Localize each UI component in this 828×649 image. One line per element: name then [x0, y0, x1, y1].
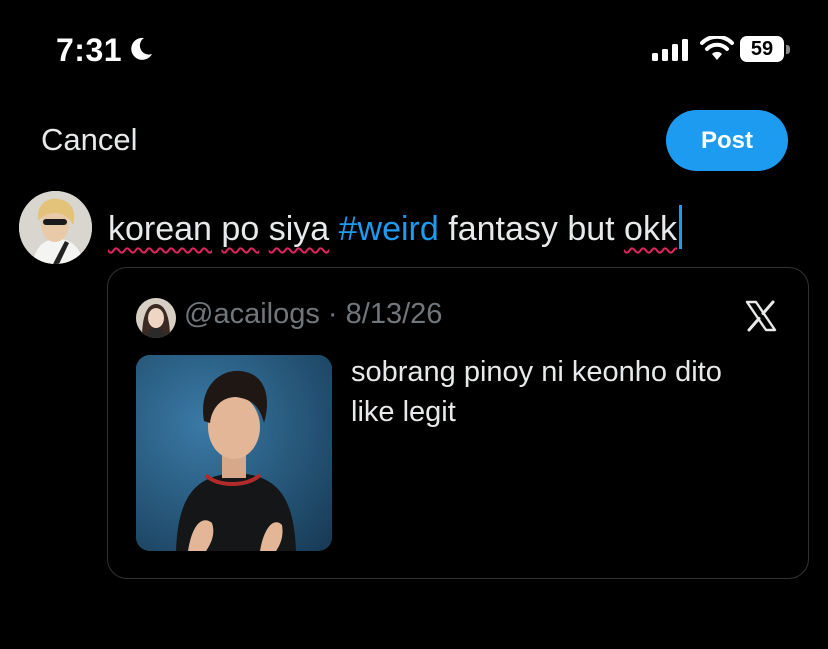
quoted-photo	[136, 355, 332, 551]
quoted-text-line: like legit	[351, 396, 456, 428]
battery-level: 59	[740, 36, 784, 62]
quoted-post-text: sobrang pinoy ni keonho dito like legit	[351, 352, 791, 432]
moon-icon	[131, 37, 152, 60]
meta-separator: ·	[327, 298, 338, 330]
quoted-handle: @acailogs	[184, 298, 320, 330]
x-logo-icon	[745, 300, 777, 332]
avatar[interactable]	[19, 191, 92, 264]
wifi-icon	[700, 36, 734, 60]
compose-word: fantasy but	[448, 210, 615, 248]
compose-word: okk	[624, 210, 677, 248]
quoted-post-card[interactable]: @acailogs · 8/13/26 sobrang pinoy ni keo…	[107, 267, 809, 579]
avatar-image	[19, 191, 92, 264]
battery-tip	[786, 45, 790, 54]
quoted-post-image[interactable]	[136, 355, 332, 551]
hashtag[interactable]: #weird	[339, 210, 439, 248]
signal-icon	[652, 39, 688, 61]
quoted-avatar	[136, 298, 176, 338]
cancel-button[interactable]: Cancel	[41, 122, 138, 158]
quoted-post-meta: @acailogs · 8/13/26	[184, 298, 442, 331]
quoted-date: 8/13/26	[345, 298, 443, 330]
compose-word: korean	[108, 210, 212, 248]
compose-word: siya	[268, 210, 330, 248]
status-time: 7:31	[56, 32, 123, 68]
text-cursor	[678, 205, 682, 249]
battery-icon: 59	[740, 36, 792, 64]
compose-text-input[interactable]: korean po siya #weird fantasy but okk	[108, 205, 682, 249]
quoted-text-line: sobrang pinoy ni keonho dito	[351, 356, 722, 388]
compose-word: po	[221, 210, 260, 248]
post-button[interactable]: Post	[666, 110, 788, 171]
status-bar: 7:31 59	[0, 0, 828, 100]
quoted-avatar-image	[136, 298, 176, 338]
